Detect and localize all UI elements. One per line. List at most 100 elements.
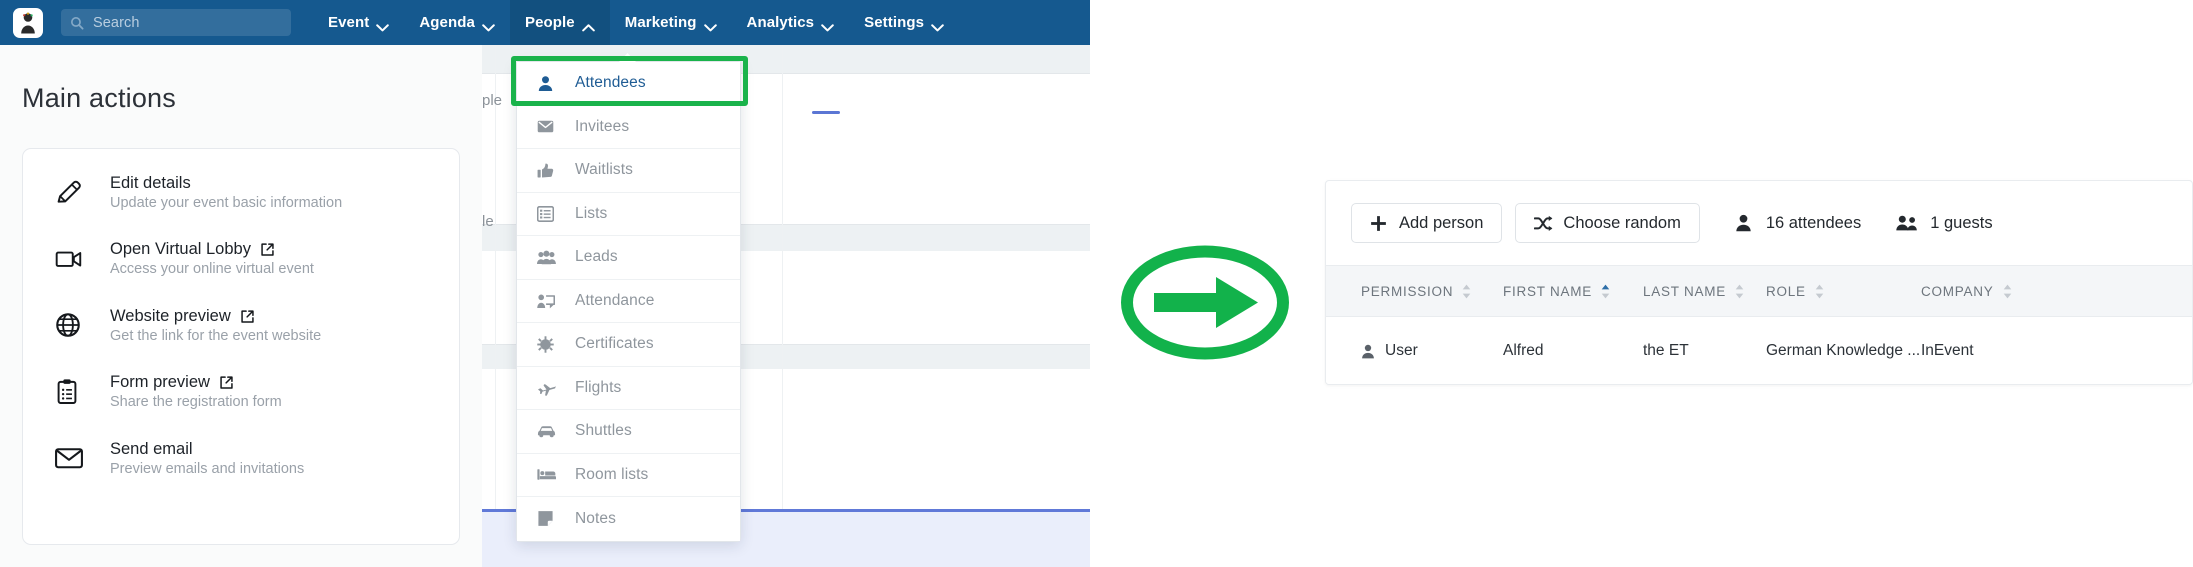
add-person-button[interactable]: Add person [1351,203,1503,243]
action-edit-details[interactable]: Edit details Update your event basic inf… [23,159,459,226]
note-icon [537,510,559,527]
action-title-wrap: Website preview [110,306,321,327]
dropdown-item-invitees[interactable]: Invitees [517,105,740,149]
action-subtitle: Update your event basic information [110,194,343,211]
choose-random-label: Choose random [1563,213,1681,232]
page-title: Main actions [22,83,176,113]
sort-icon[interactable] [1462,284,1471,299]
chevron-down-icon [703,19,717,31]
guests-count: 1 guests [1896,213,1993,233]
column-header-label: COMPANY [1921,283,1994,299]
sort-icon[interactable] [2003,284,2012,299]
action-title: Edit details [110,173,191,192]
attendees-table-header: PERMISSION FIRST NAME LAST NAME ROLE COM… [1326,265,2192,317]
dropdown-item-label: Invitees [575,117,630,135]
action-title-wrap: Open Virtual Lobby [110,239,314,260]
cell-first-name: Alfred [1503,342,1544,359]
dropdown-item-label: Notes [575,509,616,527]
list-icon [537,205,559,222]
dropdown-item-lists[interactable]: Lists [517,192,740,236]
column-header-role[interactable]: ROLE [1766,284,1921,299]
dropdown-item-waitlists[interactable]: Waitlists [517,149,740,193]
attendance-icon [537,293,559,309]
action-title: Open Virtual Lobby [110,240,251,259]
chevron-up-icon [581,19,595,31]
nav-item-agenda[interactable]: Agenda [404,0,510,45]
sort-icon[interactable] [1735,284,1744,299]
action-subtitle: Access your online virtual event [110,261,314,277]
nav-item-label: Agenda [419,14,475,31]
cell-permission: User [1361,342,1503,360]
chevron-down-icon [821,19,834,31]
dropdown-item-attendance[interactable]: Attendance [517,279,740,323]
table-row[interactable]: User Alfred the ET German Knowledge ... … [1326,317,2192,384]
sort-icon-active[interactable] [1601,284,1610,299]
choose-random-button[interactable]: Choose random [1515,203,1700,243]
external-link-icon[interactable] [260,242,275,257]
sort-icon[interactable] [1815,284,1824,299]
envelope-icon [54,446,88,470]
dropdown-item-label: Room lists [575,465,649,483]
search-icon [70,16,84,30]
dropdown-item-label: Attendance [575,291,655,309]
external-link-icon[interactable] [240,309,255,324]
action-text: Open Virtual Lobby Access your online vi… [110,239,314,278]
clipboard-icon [54,378,88,406]
screenshot-root: ple le Search Event Agenda People Market… [0,0,2193,567]
column-header-last-name[interactable]: LAST NAME [1643,284,1766,299]
dropdown-item-notes[interactable]: Notes [517,497,740,541]
column-header-company[interactable]: COMPANY [1921,284,2061,299]
nav-item-label: Event [328,14,370,31]
action-open-virtual-lobby[interactable]: Open Virtual Lobby Access your online vi… [23,226,459,293]
dropdown-item-flights[interactable]: Flights [517,366,740,410]
pencil-icon [54,177,88,207]
search-input[interactable]: Search [61,9,291,36]
nav-item-settings[interactable]: Settings [849,0,959,45]
dropdown-item-label: Flights [575,378,622,396]
column-header-first-name[interactable]: FIRST NAME [1503,284,1643,299]
action-form-preview[interactable]: Form preview Share the registration form [23,359,459,426]
action-send-email[interactable]: Send email Preview emails and invitation… [23,425,459,492]
nav-item-analytics[interactable]: Analytics [732,0,850,45]
external-link-icon[interactable] [219,375,234,390]
dropdown-item-attendees[interactable]: Attendees [517,62,740,106]
people-dropdown-menu: Attendees Invitees Waitlists Lists Leads… [511,53,748,542]
nav-item-people[interactable]: People [509,0,610,45]
action-title: Form preview [110,373,210,392]
action-text: Form preview Share the registration form [110,372,282,411]
nav-item-event[interactable]: Event [313,0,404,45]
action-text: Send email Preview emails and invitation… [110,439,304,478]
bg-partial-label-2: le [482,213,494,230]
dropdown-item-room-lists[interactable]: Room lists [517,453,740,497]
nav-item-label: Settings [864,14,925,31]
bed-icon [537,468,559,481]
main-actions-card: Edit details Update your event basic inf… [22,148,460,545]
cell-permission-value: User [1385,342,1418,359]
dropdown-item-shuttles[interactable]: Shuttles [517,410,740,454]
top-navbar: Search Event Agenda People Marketing Ana… [0,0,1090,45]
action-website-preview[interactable]: Website preview Get the link for the eve… [23,292,459,359]
bg-accent-dash [812,111,840,114]
dropdown-item-label: Attendees [575,74,646,92]
arrow-right-circle-icon [1118,245,1292,360]
column-header-permission[interactable]: PERMISSION [1361,284,1503,299]
action-title: Send email [110,439,193,458]
attendees-panel: Add person Choose random 16 attendees 1 … [1325,180,2193,385]
plus-icon [1370,214,1389,233]
nav-item-label: Analytics [746,14,815,31]
dropdown-item-label: Shuttles [575,422,632,440]
car-icon [537,425,559,438]
attendees-count: 16 attendees [1735,214,1861,233]
person-icon [1735,214,1754,233]
video-camera-icon [54,247,88,271]
nav-item-marketing[interactable]: Marketing [610,0,732,45]
dropdown-item-leads[interactable]: Leads [517,236,740,280]
action-title-wrap: Send email [110,439,304,460]
person-icon [1361,344,1376,359]
cell-last-name: the ET [1643,342,1689,359]
dropdown-item-certificates[interactable]: Certificates [517,323,740,367]
guests-count-label: 1 guests [1930,213,1993,232]
cell-company: InEvent [1921,342,1974,359]
column-header-label: PERMISSION [1361,283,1454,299]
event-logo-icon[interactable] [13,7,43,38]
